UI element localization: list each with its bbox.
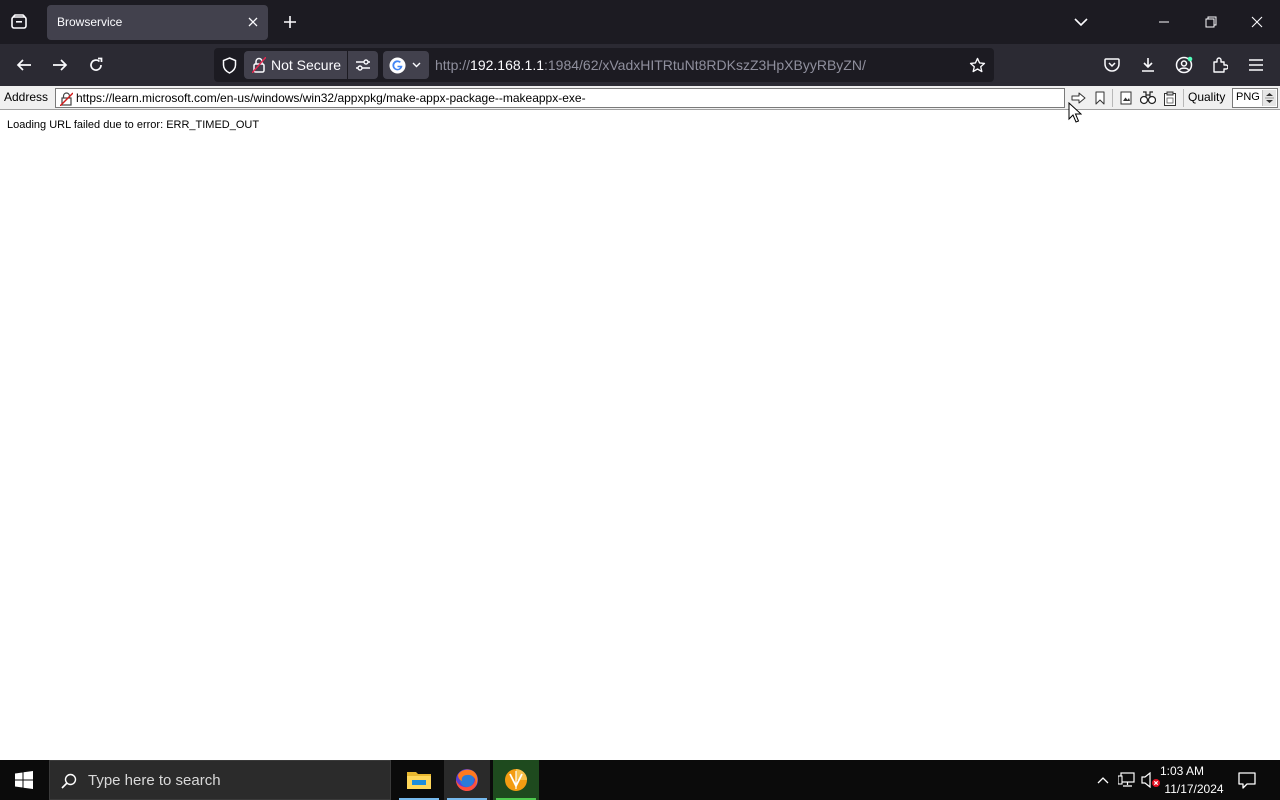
- taskbar-search-box[interactable]: Type here to search: [49, 760, 391, 800]
- menu-icon[interactable]: [1245, 54, 1267, 76]
- restore-icon[interactable]: [1199, 11, 1223, 33]
- toolbar-separator: [1112, 89, 1113, 107]
- url-bar[interactable]: Not Secure http://192.168.1.1:1984/62/xV…: [214, 48, 994, 82]
- address-value: https://learn.microsoft.com/en-us/window…: [76, 91, 586, 105]
- site-security-button[interactable]: Not Secure: [244, 51, 347, 79]
- quality-select[interactable]: PNG: [1232, 88, 1278, 108]
- tab-browservice[interactable]: Browservice: [47, 5, 268, 40]
- url-scheme: http://: [435, 57, 471, 73]
- taskbar: Type here to search 1:03 AM 11/17/2024: [0, 760, 1280, 800]
- address-label: Address: [4, 90, 49, 104]
- permissions-icon[interactable]: [348, 51, 378, 79]
- lock-insecure-icon: [251, 56, 267, 74]
- clipboard-icon[interactable]: [1161, 89, 1179, 107]
- app-icon: [505, 769, 527, 791]
- minimize-icon[interactable]: [1152, 11, 1176, 33]
- clock-date: 11/17/2024: [1164, 782, 1224, 796]
- account-icon[interactable]: [1173, 54, 1195, 76]
- browservice-toolbar: Address https://learn.microsoft.com/en-u…: [0, 86, 1280, 110]
- firefox-view-icon[interactable]: [8, 11, 30, 33]
- mouse-cursor-icon: [1068, 101, 1083, 124]
- notification-icon[interactable]: [1236, 769, 1258, 791]
- chevron-up-icon[interactable]: [1093, 770, 1113, 790]
- tab-title: Browservice: [57, 15, 123, 29]
- forward-icon[interactable]: [48, 53, 72, 77]
- url-host: 192.168.1.1: [470, 57, 544, 73]
- clock-time: 1:03 AM: [1159, 764, 1205, 778]
- search-engine-button[interactable]: [383, 51, 429, 79]
- url-text[interactable]: http://192.168.1.1:1984/62/xVadxHITRtuNt…: [435, 57, 866, 73]
- window-close-icon[interactable]: [1245, 11, 1269, 33]
- quality-value: PNG: [1236, 91, 1260, 103]
- tracking-protection-icon[interactable]: [219, 55, 239, 75]
- quality-spinner-icon[interactable]: [1262, 90, 1276, 106]
- reload-icon[interactable]: [84, 53, 108, 77]
- navigation-toolbar: Not Secure http://192.168.1.1:1984/62/xV…: [0, 44, 1280, 86]
- downloads-icon[interactable]: [1137, 54, 1159, 76]
- toolbar-separator: [1183, 89, 1184, 107]
- screenshot-icon[interactable]: [1117, 89, 1135, 107]
- bookmark-icon[interactable]: [1091, 89, 1109, 107]
- find-icon[interactable]: [1139, 89, 1157, 107]
- extensions-icon[interactable]: [1209, 54, 1231, 76]
- back-icon[interactable]: [12, 53, 36, 77]
- google-icon: [388, 56, 406, 74]
- taskbar-firefox[interactable]: [444, 760, 490, 800]
- search-placeholder: Type here to search: [88, 772, 221, 789]
- chevron-down-icon: [411, 60, 421, 70]
- url-path: :1984/62/xVadxHITRtuNt8RDKszZ3HpXByyRByZ…: [544, 57, 866, 73]
- quality-label: Quality: [1188, 90, 1226, 104]
- taskbar-app[interactable]: [493, 760, 539, 800]
- tab-strip: Browservice: [0, 0, 1280, 44]
- list-all-tabs-icon[interactable]: [1070, 11, 1092, 33]
- firefox-icon: [456, 769, 478, 791]
- new-tab-icon[interactable]: [280, 12, 300, 32]
- windows-start-icon[interactable]: [0, 760, 48, 800]
- search-icon: [60, 772, 78, 790]
- bookmark-star-icon[interactable]: [967, 55, 987, 75]
- taskbar-file-explorer[interactable]: [396, 760, 442, 800]
- tab-close-icon[interactable]: [244, 13, 262, 31]
- broken-lock-icon: [59, 91, 73, 106]
- error-message: Loading URL failed due to error: ERR_TIM…: [7, 119, 260, 131]
- pocket-icon[interactable]: [1101, 54, 1123, 76]
- not-secure-label: Not Secure: [271, 57, 342, 73]
- file-explorer-icon: [407, 772, 431, 789]
- address-field[interactable]: https://learn.microsoft.com/en-us/window…: [55, 88, 1065, 108]
- network-icon[interactable]: [1116, 770, 1138, 790]
